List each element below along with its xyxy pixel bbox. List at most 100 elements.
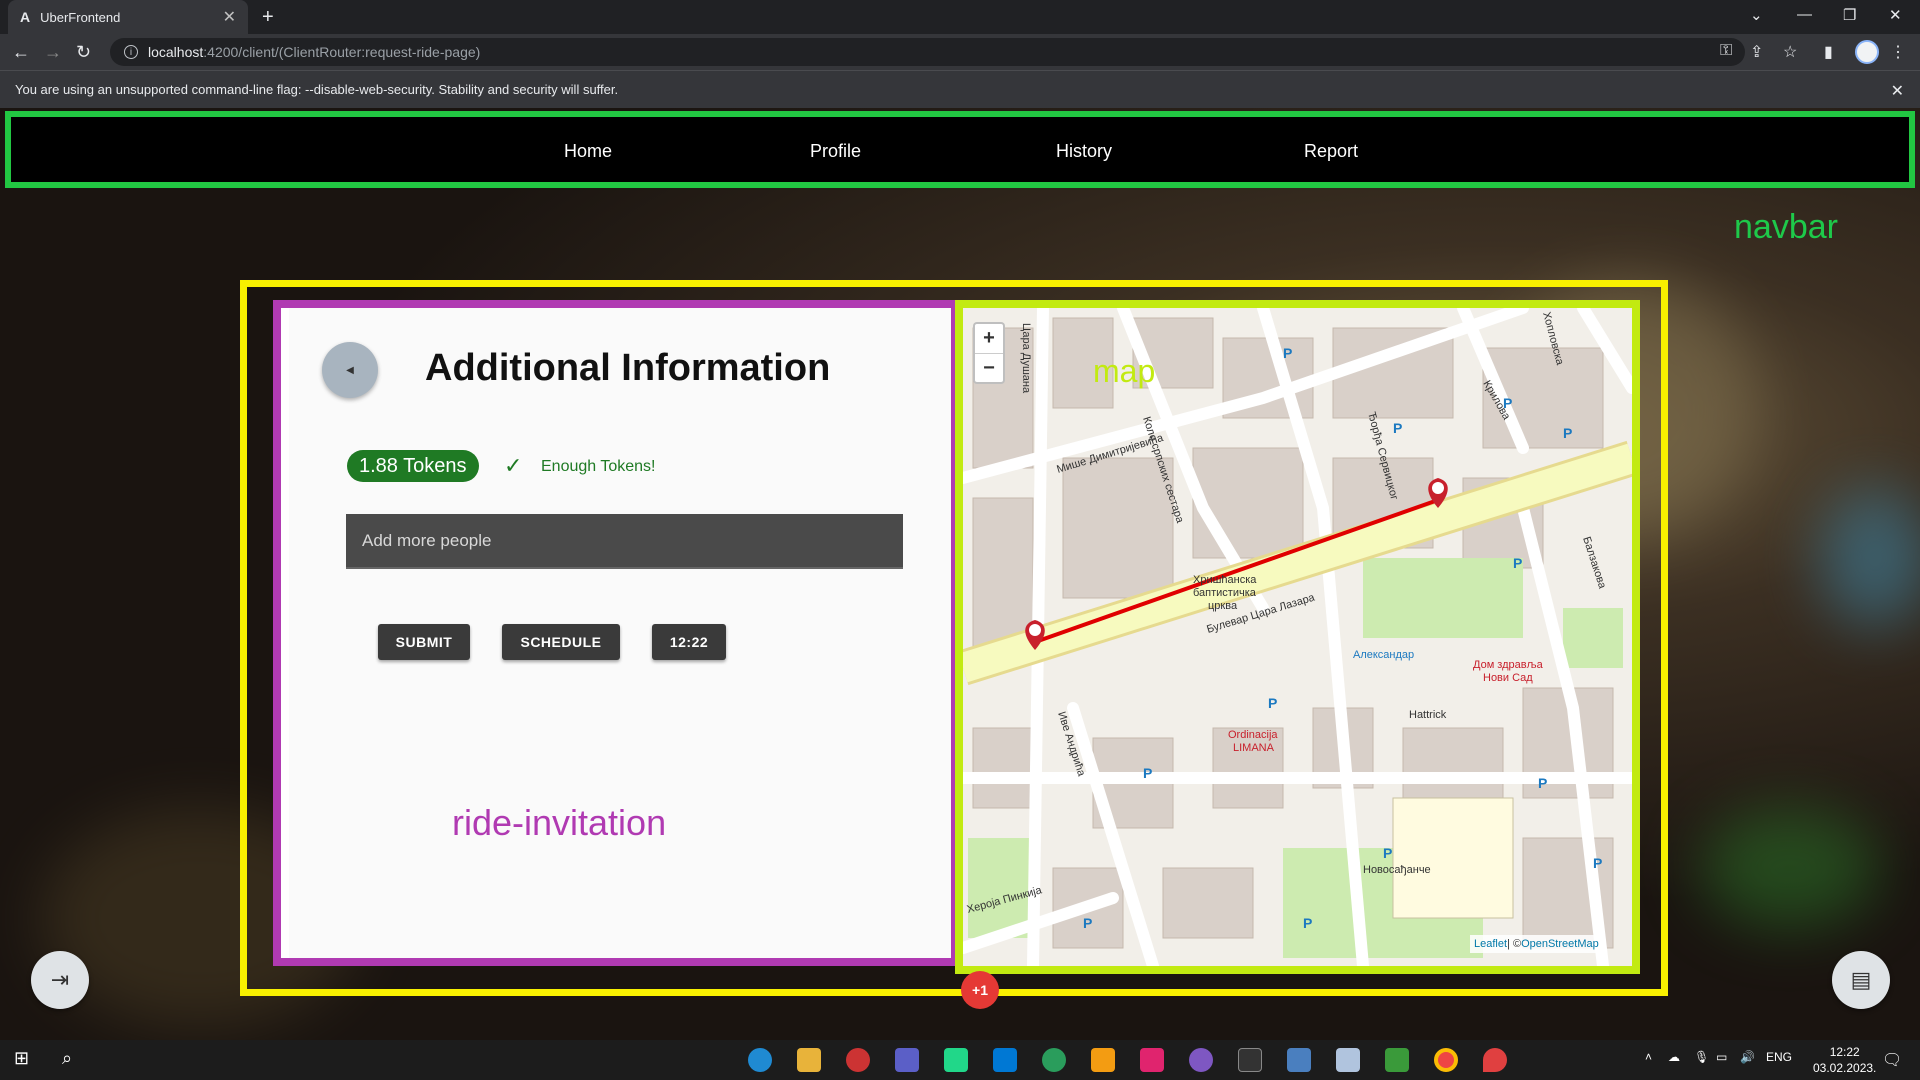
svg-text:Ordinacija: Ordinacija [1228,729,1278,741]
map-tiles: Булевар Цара Лазара Цара Душана Мише Дим… [963,308,1632,966]
tray-chevron-icon[interactable]: ˄ [1645,1050,1652,1064]
edge-icon[interactable] [748,1048,772,1072]
network-icon[interactable]: ▭ [1716,1050,1727,1064]
maximize-icon[interactable]: ❐ [1843,6,1856,24]
discord-icon[interactable] [1189,1048,1213,1072]
schedule-button[interactable]: SCHEDULE [502,624,620,660]
map-annotation-label: map [1093,353,1156,389]
chat-icon: ▤ [1850,967,1872,992]
svg-text:P: P [1538,775,1547,791]
close-tab-icon[interactable]: ✕ [223,7,236,27]
svg-text:P: P [1503,395,1512,411]
url-host: localhost [148,44,204,60]
taskbar-clock[interactable]: 12:22 03.02.2023. [1813,1044,1876,1076]
tokens-status: Enough Tokens! [541,458,656,475]
close-window-icon[interactable]: ✕ [1889,6,1902,24]
new-tab-icon[interactable]: + [262,6,274,29]
back-icon[interactable]: ← [12,42,30,63]
nav-history[interactable]: History [1056,141,1112,162]
nav-home[interactable]: Home [564,141,612,162]
submit-button[interactable]: SUBMIT [378,624,470,660]
reload-icon[interactable]: ↻ [76,42,91,63]
profile-avatar[interactable] [1855,40,1879,64]
pycharm-icon[interactable] [944,1048,968,1072]
chat-button[interactable]: ▤ [1832,951,1890,1009]
infobar-text: You are using an unsupported command-lin… [15,82,619,97]
clock-date: 03.02.2023. [1813,1061,1877,1075]
notification-badge[interactable]: +1 [961,971,999,1009]
svg-text:баптистичка: баптистичка [1193,587,1257,599]
browser-toolbar: ← → ↻ i localhost :4200/client/(ClientRo… [0,34,1920,70]
key-icon[interactable]: ⚿ [1720,42,1732,60]
svg-text:P: P [1083,915,1092,931]
menu-icon[interactable]: ⋮ [1890,42,1906,62]
drop-icon[interactable] [1483,1048,1507,1072]
clock-time: 12:22 [1829,1045,1860,1059]
file-explorer-icon[interactable] [797,1048,821,1072]
nav-report[interactable]: Report [1304,141,1358,162]
osm-link[interactable]: OpenStreetMap [1521,938,1599,950]
photos-icon[interactable] [1287,1048,1311,1072]
url-path: :4200/client/(ClientRouter:request-ride-… [203,44,481,60]
language-indicator[interactable]: ENG [1766,1050,1792,1064]
warning-infobar: You are using an unsupported command-lin… [0,70,1920,108]
svg-text:P: P [1393,420,1402,436]
ride-invitation-annotation-label: ride-invitation [452,802,667,843]
nav-profile[interactable]: Profile [810,141,861,162]
chrome-icon[interactable] [1434,1048,1458,1072]
map-container[interactable]: Булевар Цара Лазара Цара Душана Мише Дим… [955,300,1640,974]
logout-icon: ⇥ [50,967,70,992]
zoom-in-button[interactable]: + [975,324,1003,353]
svg-text:P: P [1563,425,1572,441]
svg-text:P: P [1283,345,1292,361]
svg-text:Дом здравља: Дом здравља [1473,659,1544,671]
tab-strip: A UberFrontend ✕ + ⌄ — ❐ ✕ [0,0,1920,34]
zoom-out-button[interactable]: − [975,354,1003,383]
mic-icon[interactable]: 🎙 [1694,1050,1709,1064]
volume-icon[interactable]: 🔊 [1740,1050,1755,1064]
svg-text:Хришћанска: Хришћанска [1193,574,1257,586]
windows-start-icon[interactable]: ⊞ [14,1048,29,1069]
infobar-close-icon[interactable]: ✕ [1891,81,1904,101]
intellij-icon[interactable] [1140,1048,1164,1072]
svg-text:P: P [1303,915,1312,931]
share-icon[interactable]: ⇪ [1750,42,1763,62]
address-bar[interactable]: i localhost :4200/client/(ClientRouter:r… [110,38,1745,66]
map-zoom-control: + − [973,322,1005,384]
navbar: Home Profile History Report [5,111,1915,188]
git-icon[interactable] [1385,1048,1409,1072]
terminal-icon[interactable] [1238,1048,1262,1072]
angular-favicon-icon: A [20,9,31,25]
notifications-icon[interactable]: 🗨 [1882,1050,1902,1070]
tab-title: UberFrontend [40,9,121,25]
chrome-canary-icon[interactable] [846,1048,870,1072]
tokens-badge: 1.88 Tokens [347,450,479,482]
leaflet-link[interactable]: Leaflet [1474,938,1507,950]
bookmark-star-icon[interactable]: ☆ [1783,42,1797,62]
onedrive-icon[interactable]: ☁ [1668,1050,1680,1064]
tab-search-icon[interactable]: ⌄ [1750,6,1763,24]
browser-tab[interactable]: A UberFrontend ✕ [8,0,248,34]
check-icon: ✓ [504,453,523,478]
navbar-annotation-label: navbar [1734,208,1838,246]
side-panel-icon[interactable]: ▮ [1824,42,1833,62]
search-icon[interactable]: ⌕ [62,1048,72,1069]
card-title: Additional Information [425,347,831,389]
minimize-icon[interactable]: — [1797,6,1812,23]
logout-button[interactable]: ⇥ [31,951,89,1009]
site-info-icon[interactable]: i [124,45,138,59]
time-button[interactable]: 12:22 [652,624,726,660]
sublime-icon[interactable] [1091,1048,1115,1072]
map-attribution: Leaflet | © OpenStreetMap [1470,935,1603,953]
notes-icon[interactable] [1336,1048,1360,1072]
add-people-input[interactable]: Add more people [346,514,903,569]
windows-taskbar: ⊞ ⌕ ˄ ☁ 🎙 ▭ 🔊 ENG 12:22 03.02.2023. 🗨 [0,1040,1920,1080]
forward-icon[interactable]: → [44,42,62,63]
vscode-icon[interactable] [993,1048,1017,1072]
attribution-separator: | © [1507,938,1522,950]
teams-icon[interactable] [895,1048,919,1072]
app-icon[interactable] [1042,1048,1066,1072]
back-button[interactable]: ◀ [322,342,378,398]
back-arrow-icon: ◀ [346,364,354,376]
svg-text:Александар: Александар [1353,649,1414,661]
